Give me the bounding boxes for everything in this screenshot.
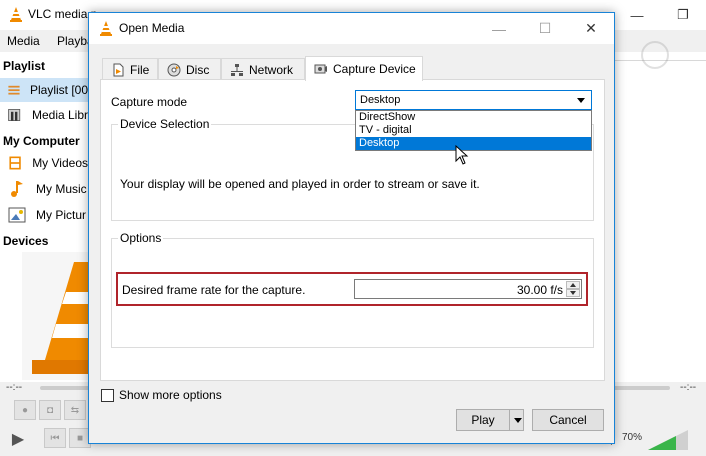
- option-directshow[interactable]: DirectShow: [356, 111, 591, 124]
- tab-label: Capture Device: [333, 62, 416, 76]
- file-icon: [113, 63, 124, 76]
- picture-icon: [8, 207, 26, 223]
- loop-ab-icon[interactable]: ⇆: [64, 400, 86, 420]
- watermark-logo-icon: [641, 41, 669, 69]
- split-divider: [509, 410, 510, 430]
- spin-up-icon[interactable]: [566, 281, 580, 289]
- vlc-cone-artwork-icon: [22, 252, 88, 380]
- elapsed-time: --:--: [6, 382, 23, 393]
- tab-capture-device[interactable]: Capture Device: [305, 56, 423, 81]
- volume-percent: 70%: [622, 432, 643, 443]
- play-button[interactable]: Play: [456, 409, 524, 431]
- capture-device-icon: [314, 64, 327, 74]
- music-note-icon: [11, 181, 23, 197]
- sidebar-item-label: Playlist [00: [29, 83, 88, 97]
- option-tv-digital[interactable]: TV - digital: [356, 124, 591, 137]
- sidebar-item-my-videos[interactable]: My Videos: [0, 151, 88, 175]
- advanced-controls: ● ◘ ⇆: [14, 400, 86, 422]
- device-selection-title: Device Selection: [118, 117, 212, 131]
- sidebar-heading-devices: Devices: [3, 234, 49, 248]
- play-button-label: Play: [471, 413, 495, 427]
- vlc-logo-icon: [10, 7, 22, 22]
- option-desktop[interactable]: Desktop: [356, 137, 591, 150]
- tab-network[interactable]: Network: [221, 58, 305, 80]
- sidebar-item-label: My Videos: [32, 156, 88, 170]
- sidebar-item-label: Media Libr: [31, 108, 88, 122]
- vlc-logo-icon: [100, 21, 112, 36]
- sidebar-item-playlist[interactable]: Playlist [00: [0, 78, 88, 102]
- film-icon: [9, 156, 21, 170]
- show-more-options-label: Show more options: [119, 388, 222, 402]
- playlist-icon: [8, 85, 20, 95]
- capture-mode-select[interactable]: Desktop: [355, 90, 592, 110]
- spin-down-icon[interactable]: [566, 289, 580, 297]
- vlc-window-title: VLC media p: [28, 7, 98, 21]
- volume-control[interactable]: 70%: [604, 428, 704, 452]
- cancel-button[interactable]: Cancel: [532, 409, 604, 431]
- remaining-time: --:--: [680, 382, 697, 393]
- sidebar-item-my-music[interactable]: My Music: [0, 177, 88, 201]
- tab-disc[interactable]: Disc: [158, 58, 221, 80]
- frame-rate-label: Desired frame rate for the capture.: [122, 283, 306, 297]
- media-library-icon: [8, 109, 21, 121]
- restore-icon[interactable]: ❐: [660, 0, 706, 30]
- sidebar-item-label: My Music: [36, 182, 87, 196]
- mouse-cursor-icon: [455, 145, 469, 165]
- sidebar-item-media-library[interactable]: Media Libr: [0, 103, 88, 127]
- playback-controls: ⏮ ■: [44, 428, 91, 450]
- frame-rate-value: 30.00 f/s: [516, 283, 563, 297]
- capture-mode-label: Capture mode: [111, 95, 188, 109]
- close-icon[interactable]: ✕: [568, 13, 614, 44]
- network-icon: [231, 63, 243, 76]
- chevron-down-icon[interactable]: [514, 418, 522, 423]
- capture-mode-dropdown-list: DirectShow TV - digital Desktop: [355, 110, 592, 151]
- minimize-icon[interactable]: —: [476, 13, 522, 44]
- dialog-titlebar: Open Media — ☐ ✕: [89, 13, 614, 44]
- sidebar-heading-playlist: Playlist: [3, 59, 46, 73]
- vlc-playlist-panel: [600, 41, 706, 382]
- sidebar-heading-my-computer: My Computer: [3, 134, 80, 148]
- frame-rate-spinbox[interactable]: 30.00 f/s: [354, 279, 582, 299]
- dialog-title: Open Media: [119, 21, 185, 35]
- tab-label: Disc: [186, 62, 210, 77]
- device-selection-text: Your display will be opened and played i…: [120, 177, 480, 191]
- sidebar-item-my-pictures[interactable]: My Pictur: [0, 203, 88, 227]
- menu-media[interactable]: Media: [7, 34, 40, 48]
- tab-file[interactable]: File: [102, 58, 158, 80]
- show-more-options[interactable]: Show more options: [101, 388, 222, 402]
- disc-icon: [167, 63, 181, 76]
- record-icon[interactable]: ●: [14, 400, 36, 420]
- maximize-icon[interactable]: ☐: [522, 13, 568, 44]
- play-icon[interactable]: ▶: [4, 426, 32, 452]
- vlc-sidebar: Playlist Playlist [00 Media Libr My Comp…: [0, 52, 88, 382]
- frame-rate-highlight: Desired frame rate for the capture. 30.0…: [116, 272, 588, 306]
- minimize-icon[interactable]: —: [614, 0, 660, 30]
- chevron-down-icon: [577, 98, 585, 103]
- snapshot-icon[interactable]: ◘: [39, 400, 61, 420]
- show-more-options-checkbox[interactable]: [101, 388, 114, 402]
- volume-slider[interactable]: [648, 430, 688, 450]
- previous-icon[interactable]: ⏮: [44, 428, 66, 448]
- tab-label: Network: [249, 62, 294, 77]
- capture-device-panel: Capture mode Desktop DirectShow TV - dig…: [100, 79, 605, 381]
- sidebar-item-label: My Pictur: [36, 208, 87, 222]
- open-media-dialog: Open Media — ☐ ✕ File Disc Network Captu…: [88, 12, 615, 444]
- options-group: Options Desired frame rate for the captu…: [111, 231, 594, 348]
- tab-label: File: [130, 62, 150, 77]
- options-title: Options: [118, 231, 164, 245]
- capture-mode-value: Desktop: [360, 94, 401, 106]
